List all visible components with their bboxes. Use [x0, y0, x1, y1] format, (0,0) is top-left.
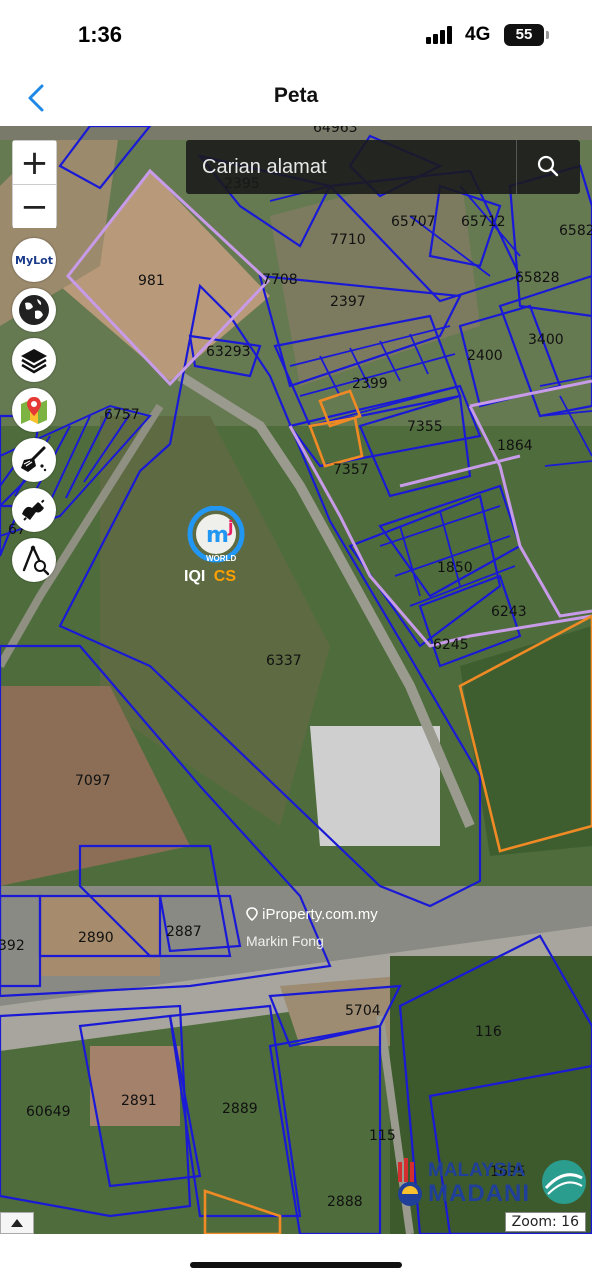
lot-label: 65828 [515, 270, 560, 286]
lot-label: 65712 [461, 214, 506, 230]
watermark: iProperty.com.my Markin Fong [246, 906, 378, 949]
lot-label: 7357 [333, 462, 369, 478]
lot-label: 116 [475, 1024, 502, 1040]
lot-label: 60649 [26, 1104, 71, 1120]
lot-label: 7710 [330, 232, 366, 248]
lot-label: 5704 [345, 1003, 381, 1019]
iqi-brand-text: IQI [184, 568, 206, 585]
expand-panel-button[interactable] [0, 1212, 34, 1234]
madani-line2: MADANI [428, 1180, 530, 1207]
lot-label: 7355 [407, 419, 443, 435]
lot-label: 7708 [262, 272, 298, 288]
lot-label: 981 [138, 273, 165, 289]
lot-label: 115 [369, 1128, 396, 1144]
mylot-icon: MyLot [15, 253, 53, 267]
satellite-map [0, 126, 592, 1234]
lot-label: 2891 [121, 1093, 157, 1109]
lot-label: 2400 [467, 348, 503, 364]
chevron-up-icon [11, 1219, 23, 1227]
lot-label: 6243 [491, 604, 527, 620]
svg-text:j: j [227, 517, 233, 536]
lot-label: 2397 [330, 294, 366, 310]
broom-icon [21, 446, 47, 472]
agency-logo-icon [542, 1160, 586, 1204]
page-title: Peta [273, 84, 319, 107]
svg-text:m: m [206, 523, 229, 548]
watermark-agent: Markin Fong [246, 933, 324, 949]
search-icon [537, 155, 559, 177]
lot-label: 6337 [266, 653, 302, 669]
mylot-button[interactable]: MyLot [12, 238, 56, 282]
lot-label: 2890 [78, 930, 114, 946]
layers-icon [21, 349, 47, 374]
status-bar: 1:36 4G 55 [0, 0, 592, 70]
zoom-level-indicator: Zoom: 16 [504, 1212, 586, 1232]
malaysia-madani-logo: MALAYSIA MADANI [394, 1156, 590, 1212]
iqi-cs-text: CS [213, 568, 237, 585]
location-pin-icon [21, 397, 47, 424]
search-button[interactable] [516, 140, 580, 194]
measure-button[interactable] [12, 488, 56, 532]
search-input[interactable] [186, 140, 514, 194]
madani-emblem-icon [398, 1158, 422, 1206]
zoom-in-button[interactable]: + [13, 141, 56, 184]
address-search [186, 140, 580, 194]
nav-bar: Peta [0, 70, 592, 126]
madani-line1: MALAYSIA [428, 1160, 526, 1181]
lot-label: 63293 [206, 344, 251, 360]
zoom-control: + − [12, 140, 57, 228]
lot-label: 2887 [166, 924, 202, 940]
iqi-world-text: WORLD [206, 554, 237, 563]
watermark-site: iProperty.com.my [246, 906, 378, 923]
iqi-logo: m j WORLD IQI CS [180, 505, 260, 586]
globe-icon [19, 295, 49, 325]
clear-button[interactable] [12, 438, 56, 482]
plus-icon: + [20, 142, 49, 183]
lot-label: 2889 [222, 1101, 258, 1117]
battery-icon: 55 [504, 24, 549, 46]
map-view[interactable]: 64963 2395 65707 65712 6582 7710 7708 98… [0, 126, 592, 1234]
layers-button[interactable] [12, 338, 56, 382]
lot-label: 64963 [313, 126, 358, 136]
pin-icon [246, 907, 258, 922]
location-button[interactable] [12, 388, 56, 432]
signal-icon [426, 26, 456, 44]
lot-label: 6582 [559, 223, 592, 239]
zoom-out-button[interactable]: − [13, 185, 56, 228]
lot-label: 1850 [437, 560, 473, 576]
measure-icon [22, 499, 45, 521]
lot-label: 6245 [433, 637, 469, 653]
minus-icon: − [20, 186, 49, 227]
lot-label: 2888 [327, 1194, 363, 1210]
watermark-site-text: iProperty.com.my [262, 906, 378, 923]
network-type: 4G [465, 24, 491, 45]
lot-label: 7097 [75, 773, 111, 789]
compass-search-icon [22, 545, 50, 576]
status-time: 1:36 [78, 22, 123, 47]
home-indicator[interactable] [190, 1262, 402, 1268]
lot-label: 2399 [352, 376, 388, 392]
lot-label: 3400 [528, 332, 564, 348]
compass-button[interactable] [12, 538, 56, 582]
lot-label: 65707 [391, 214, 436, 230]
battery-level: 55 [515, 26, 533, 43]
lot-label: 6757 [104, 407, 140, 423]
lot-label: 1864 [497, 438, 533, 454]
lot-label: 392 [0, 938, 25, 954]
globe-button[interactable] [12, 288, 56, 332]
